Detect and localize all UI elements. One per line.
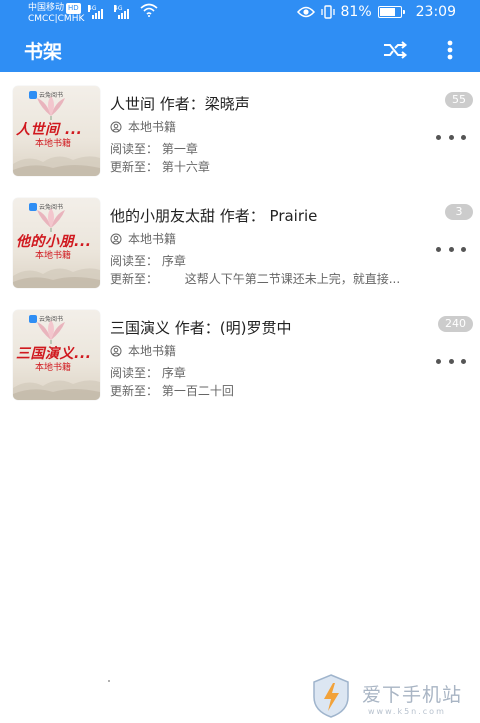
lotus-icon xyxy=(37,96,65,120)
person-icon xyxy=(110,345,122,357)
battery-percent: 81% xyxy=(340,4,372,20)
lotus-icon xyxy=(37,320,65,344)
book-row[interactable]: 云兔阅书 人世间 ... 本地书籍 人世间 作者：梁晓声 本地书籍 阅读至： 第… xyxy=(0,72,480,184)
book-cover[interactable]: 云兔阅书 人世间 ... 本地书籍 xyxy=(13,86,100,176)
update-progress: 更新至： 第一百二十回 xyxy=(110,384,234,398)
unread-count-badge: 55 xyxy=(445,92,473,108)
carrier-info: 中国移动 HD CMCC|CMHK xyxy=(28,3,84,25)
eye-icon xyxy=(296,6,315,18)
hd-badge: HD xyxy=(66,3,81,14)
person-icon xyxy=(110,121,122,133)
watermark-text: 爱下手机站 xyxy=(362,684,463,706)
book-cover[interactable]: 云兔阅书 他的小朋... 本地书籍 xyxy=(13,198,100,288)
more-options-icon[interactable] xyxy=(436,354,466,368)
wifi-icon xyxy=(140,3,158,17)
carrier-secondary: CMCC|CMHK xyxy=(28,14,85,24)
unread-count-badge: 3 xyxy=(445,204,473,220)
more-options-icon[interactable] xyxy=(436,130,466,144)
book-cover[interactable]: 云兔阅书 三国演义... 本地书籍 xyxy=(13,310,100,400)
bookshelf-list: 云兔阅书 人世间 ... 本地书籍 人世间 作者：梁晓声 本地书籍 阅读至： 第… xyxy=(0,72,480,408)
more-options-icon[interactable] xyxy=(436,242,466,256)
unread-count-badge: 240 xyxy=(438,316,473,332)
update-progress: 更新至： 这帮人下午第二节课还未上完，就直接... xyxy=(110,272,401,286)
book-title[interactable]: 三国演义 作者：(明)罗贯中 xyxy=(110,317,291,338)
page-title: 书架 xyxy=(24,41,63,63)
shuffle-icon[interactable] xyxy=(382,38,408,62)
signal-icon: 4G xyxy=(88,5,103,19)
more-vertical-icon[interactable] xyxy=(440,38,460,62)
status-bar: 中国移动 HD CMCC|CMHK 4G 4G 81% 23:09 xyxy=(0,0,480,28)
read-progress: 阅读至： 第一章 xyxy=(110,142,198,156)
shield-bolt-icon xyxy=(313,674,349,718)
read-progress: 阅读至： 序章 xyxy=(110,366,186,380)
book-source: 本地书籍 xyxy=(110,342,176,359)
watermark-url: www.k5n.com xyxy=(368,707,446,716)
person-icon xyxy=(110,233,122,245)
book-row[interactable]: 云兔阅书 三国演义... 本地书籍 三国演义 作者：(明)罗贯中 本地书籍 阅读… xyxy=(0,296,480,408)
app-bar: 书架 xyxy=(0,28,480,72)
landscape-illustration xyxy=(13,380,100,400)
vibrate-icon xyxy=(320,5,335,19)
lotus-icon xyxy=(37,208,65,232)
battery-icon xyxy=(377,6,405,18)
landscape-illustration xyxy=(13,156,100,176)
read-progress: 阅读至： 序章 xyxy=(110,254,186,268)
update-progress: 更新至： 第十六章 xyxy=(110,160,210,174)
signal-icon: 4G xyxy=(114,5,129,19)
stray-dot xyxy=(108,680,110,682)
carrier-name: 中国移动 xyxy=(28,3,65,13)
status-right: 81% 23:09 xyxy=(296,4,456,20)
landscape-illustration xyxy=(13,268,100,288)
book-title[interactable]: 他的小朋友太甜 作者： Prairie xyxy=(110,205,317,226)
clock: 23:09 xyxy=(415,4,456,20)
book-row[interactable]: 云兔阅书 他的小朋... 本地书籍 他的小朋友太甜 作者： Prairie 本地… xyxy=(0,184,480,296)
book-title[interactable]: 人世间 作者：梁晓声 xyxy=(110,93,250,114)
book-source: 本地书籍 xyxy=(110,118,176,135)
watermark: 爱下手机站 www.k5n.com xyxy=(310,673,480,723)
book-source: 本地书籍 xyxy=(110,230,176,247)
